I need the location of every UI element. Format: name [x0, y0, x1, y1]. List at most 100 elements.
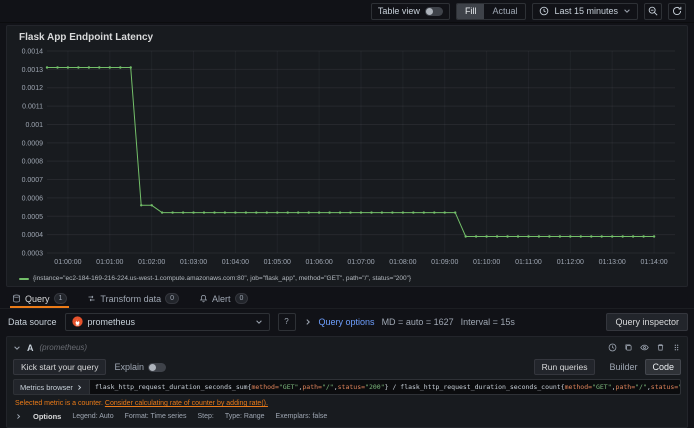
svg-text:01:14:00: 01:14:00	[640, 259, 667, 266]
switch-knob	[149, 363, 157, 371]
svg-text:0.0004: 0.0004	[22, 232, 44, 239]
latency-chart-svg[interactable]: 0.0003 0.0004 0.0005 0.0006 0.0007 0.0008 0.00…	[15, 45, 679, 273]
zoom-out-button[interactable]	[644, 2, 662, 20]
svg-text:0.0013: 0.0013	[22, 67, 44, 74]
tab-badge: 0	[165, 293, 180, 304]
kick-start-query-button[interactable]: Kick start your query	[13, 359, 107, 375]
datasource-name: prometheus	[87, 316, 136, 327]
drag-handle[interactable]	[672, 343, 681, 352]
warning-text: Selected metric is a counter.	[15, 400, 103, 407]
svg-text:01:04:00: 01:04:00	[222, 259, 249, 266]
chevron-down-icon[interactable]	[623, 7, 631, 15]
editor-tabs: Query 1 Transform data 0 Alert 0	[0, 289, 694, 309]
svg-text:01:06:00: 01:06:00	[306, 259, 333, 266]
svg-text:0.0008: 0.0008	[22, 159, 44, 166]
legend-label: {instance="ec2-184-169-216-224.us-west-1…	[33, 275, 412, 282]
query-expression[interactable]: flask_http_request_duration_seconds_sum{…	[89, 379, 681, 395]
tab-badge: 1	[53, 293, 68, 304]
datasource-picker[interactable]: prometheus	[64, 312, 270, 331]
svg-text:01:07:00: 01:07:00	[347, 259, 374, 266]
svg-text:0.0011: 0.0011	[22, 104, 43, 111]
counter-warning: Selected metric is a counter. Consider c…	[13, 395, 681, 408]
chevron-down-icon[interactable]	[255, 318, 263, 326]
svg-text:0.0005: 0.0005	[22, 214, 44, 221]
series-color-dash	[19, 277, 29, 280]
query-toolbar-right: Run queries Builder Code	[533, 359, 681, 375]
svg-text:0.0009: 0.0009	[22, 140, 44, 147]
table-view-label: Table view	[377, 6, 420, 16]
chevron-right-icon	[304, 318, 312, 326]
query-row-header[interactable]: A (prometheus)	[13, 341, 681, 354]
option-exemplars: Exemplars: false	[275, 413, 328, 420]
svg-text:01:05:00: 01:05:00	[264, 259, 291, 266]
query-inspector-button[interactable]: Query inspector	[606, 312, 688, 331]
question-mark-icon: ?	[284, 317, 289, 326]
svg-text:0.0003: 0.0003	[22, 251, 44, 258]
query-toolbar: Kick start your query Explain Run querie…	[13, 359, 681, 375]
tab-badge: 0	[234, 293, 249, 304]
switch-knob	[425, 7, 433, 15]
history-icon[interactable]	[608, 343, 617, 352]
trash-icon[interactable]	[656, 343, 665, 352]
svg-text:0.001: 0.001	[25, 122, 43, 129]
table-view-toggle[interactable]: Table view	[370, 2, 450, 20]
svg-text:01:10:00: 01:10:00	[473, 259, 500, 266]
svg-text:0.0014: 0.0014	[22, 49, 44, 56]
query-options-row[interactable]: Options Legend: Auto Format: Time series…	[13, 408, 681, 421]
query-options-toggle[interactable]: Query options MD = auto = 1627 Interval …	[304, 317, 515, 327]
eye-icon[interactable]	[640, 343, 649, 352]
refresh-button[interactable]	[668, 2, 686, 20]
svg-text:01:09:00: 01:09:00	[431, 259, 458, 266]
warning-hint-link[interactable]: Consider calculating rate of counter by …	[105, 400, 268, 407]
tab-query[interactable]: Query 1	[10, 289, 70, 308]
transform-icon	[87, 294, 96, 303]
explain-toggle[interactable]: Explain	[114, 362, 167, 372]
explain-switch[interactable]	[148, 362, 167, 372]
options-label: Options	[33, 412, 62, 421]
chevron-down-icon[interactable]	[13, 344, 21, 352]
run-queries-button[interactable]: Run queries	[533, 359, 596, 375]
metrics-browser-label: Metrics browser	[20, 382, 73, 392]
query-ref-id: A	[27, 342, 34, 353]
metrics-browser-button[interactable]: Metrics browser	[13, 379, 90, 395]
svg-text:01:11:00: 01:11:00	[515, 259, 542, 266]
refresh-icon	[672, 6, 682, 16]
tab-label: Transform data	[100, 293, 162, 304]
datasource-help-button[interactable]: ?	[277, 312, 296, 331]
editor-mode-switch: Builder Code	[603, 359, 681, 375]
explain-label: Explain	[114, 362, 145, 372]
svg-text:0.0006: 0.0006	[22, 195, 44, 202]
panel-title: Flask App Endpoint Latency	[19, 32, 154, 43]
svg-text:0.0012: 0.0012	[22, 85, 44, 92]
promql-editor-row: Metrics browser flask_http_request_durat…	[13, 379, 681, 395]
tab-transform-data[interactable]: Transform data 0	[85, 289, 181, 308]
svg-text:01:13:00: 01:13:00	[599, 259, 626, 266]
datasource-bar: Data source prometheus ? Query options M…	[0, 309, 694, 334]
code-mode-option[interactable]: Code	[645, 359, 681, 375]
interval-summary: Interval = 15s	[460, 316, 515, 327]
svg-text:01:03:00: 01:03:00	[180, 259, 207, 266]
option-step: Step:	[197, 413, 214, 420]
svg-text:01:12:00: 01:12:00	[557, 259, 584, 266]
svg-text:01:01:00: 01:01:00	[96, 259, 123, 266]
svg-text:01:00:00: 01:00:00	[54, 259, 81, 266]
chevron-right-icon	[76, 384, 83, 391]
query-options-label: Query options	[318, 316, 375, 327]
fill-button[interactable]: Fill	[456, 3, 485, 19]
actual-button[interactable]: Actual	[484, 4, 525, 19]
option-legend: Legend: Auto	[72, 413, 114, 420]
latency-panel: Flask App Endpoint Latency 0.0003 0.0004 0…	[6, 25, 688, 287]
table-view-switch[interactable]	[424, 6, 443, 16]
builder-mode-option[interactable]: Builder	[603, 359, 643, 375]
tab-alert[interactable]: Alert 0	[197, 289, 250, 308]
time-range-picker[interactable]: Last 15 minutes	[532, 2, 638, 20]
fit-mode-group: Fill Actual	[455, 2, 527, 20]
database-icon	[12, 294, 21, 303]
duplicate-icon[interactable]	[624, 343, 633, 352]
legend-item[interactable]: {instance="ec2-184-169-216-224.us-west-1…	[15, 273, 679, 284]
query-row-actions	[608, 343, 681, 352]
clock-icon	[539, 6, 549, 16]
max-data-points-summary: MD = auto = 1627	[381, 316, 454, 327]
time-range-label: Last 15 minutes	[554, 6, 618, 16]
svg-text:01:02:00: 01:02:00	[138, 259, 165, 266]
